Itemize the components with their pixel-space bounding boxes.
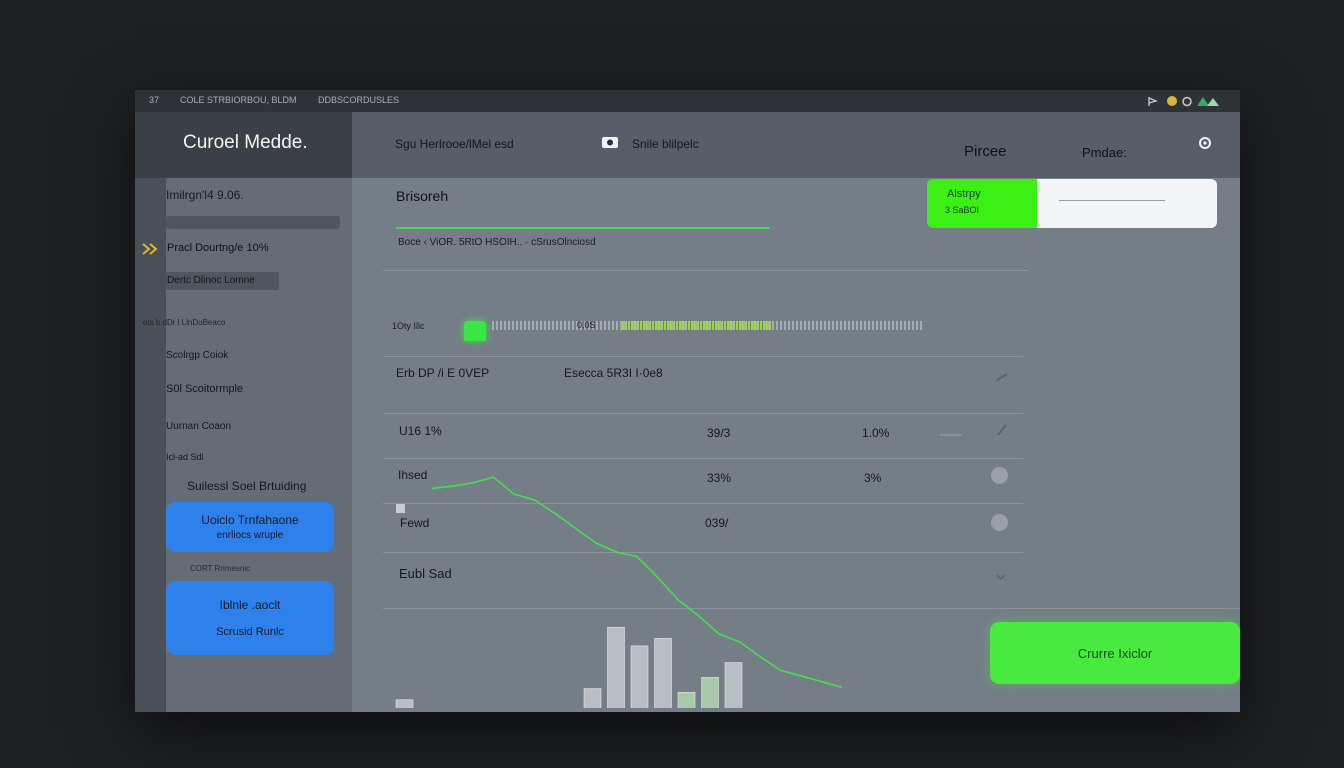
brand-panel: Curoel Medde. <box>135 112 352 178</box>
chevron-right-icon <box>142 243 158 255</box>
sidebar-item-highlight[interactable]: Pracl Dourtng/e 10% <box>141 240 351 260</box>
toggle-icon[interactable] <box>601 136 619 150</box>
prade-label: Pmdae: <box>1082 145 1127 160</box>
toggle-label: Snile blilpelc <box>632 137 699 151</box>
chart-bar <box>724 662 743 708</box>
chart-bar <box>583 688 602 708</box>
sidebar-item-highlight-label: Pracl Dourtng/e 10% <box>167 242 269 254</box>
sidebar-item-2[interactable]: ots b dDr l LlnDuBeaco <box>143 318 225 327</box>
price-label: Pircee <box>964 143 1007 160</box>
sidebar-item-3[interactable]: Scolrgp Coiok <box>166 350 228 361</box>
titlebar-label-secondary: DDBSCORDUSLES <box>318 95 400 105</box>
search-label[interactable]: Sgu Herlrooe/lMel esd <box>395 137 514 151</box>
settings-icon[interactable] <box>1181 95 1193 108</box>
yellow-dot-icon[interactable] <box>1167 96 1177 106</box>
sidebar-blue-button-1-line2: enrliocs wruple <box>216 530 284 541</box>
green-card[interactable]: Alstrpy 3 SaBOI <box>927 179 1037 228</box>
sidebar-item-1[interactable]: Dertc Dlinoc Lomne <box>166 272 279 290</box>
title-bar: 37 COLE STRBIORBOU, BLDM DDBSCORDUSLES <box>135 90 1240 112</box>
chart-bar <box>677 691 696 708</box>
triangle-icon[interactable] <box>1195 95 1225 108</box>
app-title: Curoel Medde. <box>183 132 308 153</box>
sidebar-item-4[interactable]: S0l Scoitormple <box>166 383 243 395</box>
sidebar-blue-button-2[interactable]: Iblnle .aoclt Scrusid Runlc <box>166 581 334 655</box>
sidebar-blue-button-1-line1: Uoiclo Trnfahaone <box>201 513 299 527</box>
chart-bar <box>701 677 719 708</box>
settings-icon[interactable] <box>1197 135 1213 151</box>
app-window: 37 COLE STRBIORBOU, BLDM DDBSCORDUSLES C… <box>135 90 1240 712</box>
sidebar-item-7[interactable]: Suilessl Soel Brtuiding <box>187 479 306 493</box>
chart-bar <box>654 638 672 708</box>
title-underline <box>396 227 770 229</box>
price-chart <box>395 476 843 708</box>
chart-bar <box>630 645 649 708</box>
sidebar-item-6[interactable]: Icl-ad Sdl <box>166 452 204 462</box>
sidebar-progress <box>166 216 340 229</box>
green-card-line1: Alstrpy <box>947 188 981 200</box>
sidebar-heading: Imilrgn'l4 9.06. <box>166 188 244 202</box>
titlebar-mark: 37 <box>149 95 160 105</box>
chart-bar <box>395 699 414 708</box>
window-controls <box>1147 95 1227 108</box>
sidebar-item-5[interactable]: Uurnan Coaon <box>166 421 231 432</box>
chart-bar <box>607 626 625 708</box>
white-input-card[interactable] <box>1037 179 1217 228</box>
content-subtitle: Boce ‹ ViOR. 5RtO HSOIH.. · cSrusOlncios… <box>398 237 596 248</box>
sidebar-blue-button-2-line1: Iblnle .aoclt <box>219 598 281 612</box>
sidebar-blue-button-1[interactable]: Uoiclo Trnfahaone enrliocs wruple <box>166 502 334 552</box>
sidebar-blue-button-2-line2: Scrusid Runlc <box>216 626 284 638</box>
content-title: Brisoreh <box>396 188 449 204</box>
titlebar-label: COLE STRBIORBOU, BLDM <box>180 95 297 105</box>
sidebar-item-1-label: Dertc Dlinoc Lomne <box>167 275 255 286</box>
green-card-line2: 3 SaBOI <box>945 205 980 215</box>
sidebar-small-label: CORT Rrimesnic <box>190 564 251 573</box>
sidebar: Imilrgn'l4 9.06. Pracl Dourtng/e 10% Der… <box>135 178 352 712</box>
primary-action-button[interactable]: Crurre Ixiclor <box>990 622 1240 684</box>
white-card-line <box>1059 200 1165 201</box>
